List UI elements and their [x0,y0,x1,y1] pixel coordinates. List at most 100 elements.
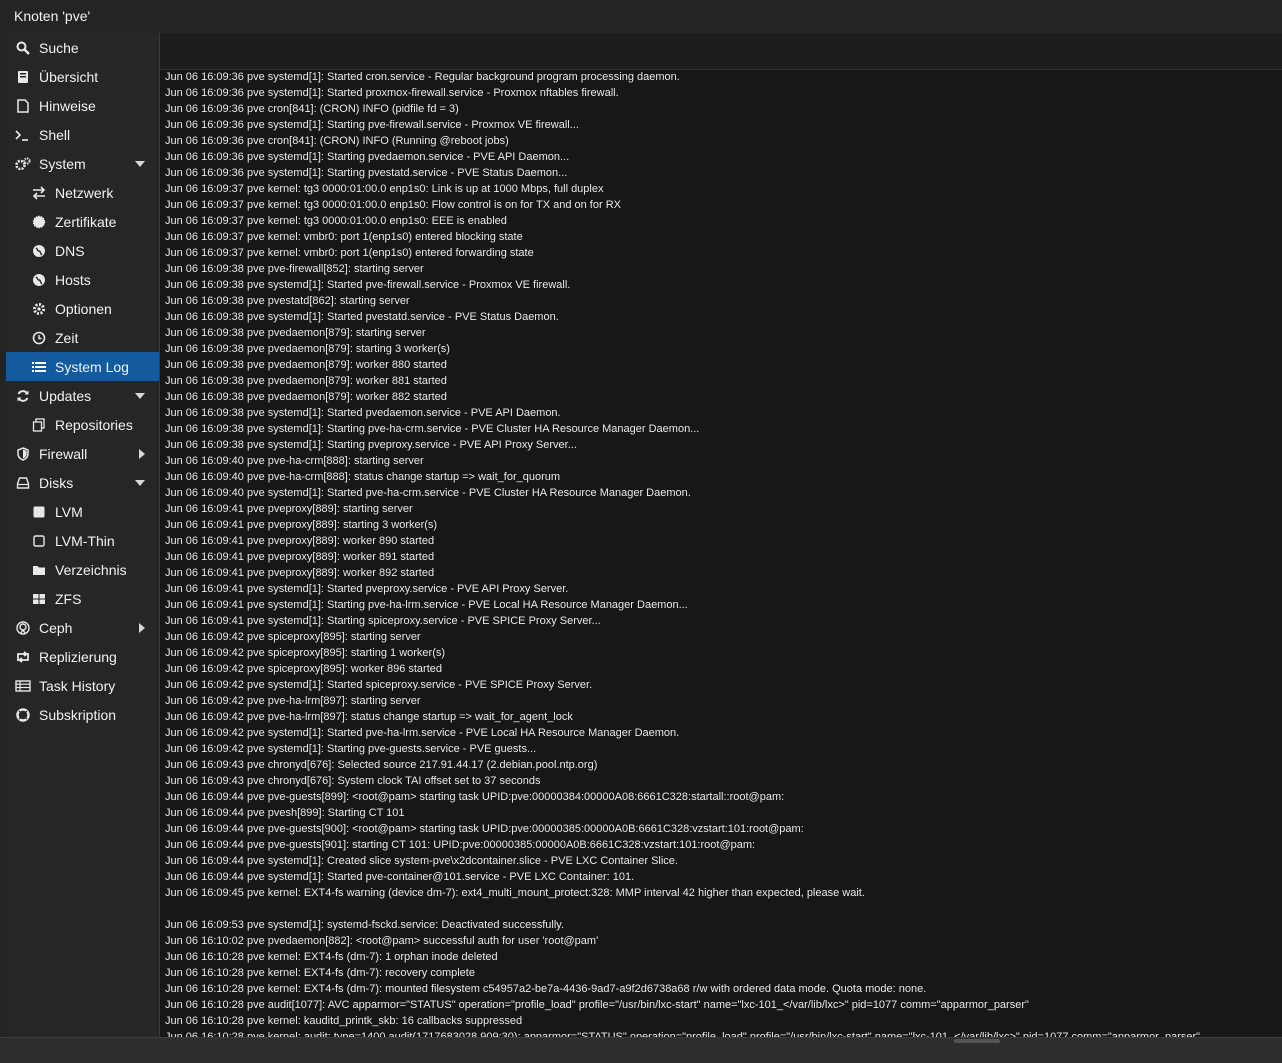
support-icon [15,707,31,723]
log-line: Jun 06 16:09:43 pve chronyd[676]: System… [165,775,541,787]
log-line: Jun 06 16:09:41 pve systemd[1]: Started … [165,583,569,595]
certificate-icon [31,214,47,230]
log-line: Jun 06 16:09:36 pve cron[841]: (CRON) IN… [165,103,459,115]
log-line: Jun 06 16:10:28 pve kernel: kauditd_prin… [165,1015,523,1027]
sidebar-item-subskription[interactable]: Subskription [6,700,159,729]
sidebar-item-label: Repositories [55,416,133,433]
sidebar-item-label: Updates [39,387,92,404]
sidebar-item-label: System [39,155,86,172]
terminal-icon [15,127,31,143]
files-icon [31,417,47,433]
clock-icon [31,330,47,346]
log-line: Jun 06 16:09:44 pve pvesh[899]: Starting… [165,807,405,819]
sidebar-item-label: Verzeichnis [55,561,127,578]
sidebar-item-lvm[interactable]: LVM [6,497,159,526]
log-line: Jun 06 16:09:36 pve systemd[1]: Starting… [165,167,568,179]
log-line: Jun 06 16:09:37 pve kernel: tg3 0000:01:… [165,199,621,211]
sidebar-item-hosts[interactable]: Hosts [6,265,159,294]
sidebar-item-optionen[interactable]: Optionen [6,294,159,323]
note-icon [15,98,31,114]
log-line: Jun 06 16:09:36 pve cron[841]: (CRON) IN… [165,135,509,147]
log-line: Jun 06 16:09:43 pve chronyd[676]: Select… [165,759,598,771]
sidebar-item-netzwerk[interactable]: Netzwerk [6,178,159,207]
list-icon [31,359,47,375]
book-icon [15,69,31,85]
sidebar-item-updates[interactable]: Updates [6,381,159,410]
log-line: Jun 06 16:09:42 pve spiceproxy[895]: sta… [165,647,446,659]
log-line: Jun 06 16:09:40 pve pve-ha-crm[888]: sta… [165,455,424,467]
sidebar-item-zertifikate[interactable]: Zertifikate [6,207,159,236]
log-line: Jun 06 16:09:42 pve pve-ha-lrm[897]: sta… [165,711,573,723]
log-line: Jun 06 16:09:41 pve pveproxy[889]: worke… [165,551,435,563]
log-line: Jun 06 16:09:44 pve systemd[1]: Started … [165,871,635,883]
square-outline-icon [31,533,47,549]
hdd-icon [15,475,31,491]
sidebar-item-label: Firewall [39,445,88,462]
sidebar-item-shell[interactable]: Shell [6,120,159,149]
log-line: Jun 06 16:10:02 pve pvedaemon[882]: <roo… [165,935,599,947]
log-line: Jun 06 16:09:44 pve systemd[1]: Created … [165,855,678,867]
sidebar-item-label: Disks [39,474,74,491]
horizontal-scrollbar-thumb[interactable] [954,1039,1000,1043]
collapse-caret-icon[interactable] [135,392,145,399]
log-line: Jun 06 16:10:28 pve kernel: EXT4-fs (dm-… [165,983,927,995]
log-line: Jun 06 16:09:38 pve pvedaemon[879]: work… [165,375,447,387]
log-line: Jun 06 16:09:40 pve pve-ha-crm[888]: sta… [165,471,561,483]
sidebar-item-system[interactable]: System [6,149,159,178]
collapse-caret-icon[interactable] [135,479,145,486]
system-log-view[interactable]: Jun 06 16:09:36 pve systemd[1]: Started … [160,69,1282,1037]
sidebar-item-hinweise[interactable]: Hinweise [6,91,159,120]
log-line: Jun 06 16:09:41 pve pveproxy[889]: start… [165,519,438,531]
log-line: Jun 06 16:10:28 pve kernel: EXT4-fs (dm-… [165,967,475,979]
window-title: Knoten 'pve' [0,0,1282,32]
log-line: Jun 06 16:10:28 pve kernel: EXT4-fs (dm-… [165,951,498,963]
sidebar-item-replizierung[interactable]: Replizierung [6,642,159,671]
sidebar-item-disks[interactable]: Disks [6,468,159,497]
log-line: Jun 06 16:09:44 pve pve-guests[901]: sta… [165,839,756,851]
log-line: Jun 06 16:09:38 pve systemd[1]: Starting… [165,423,700,435]
log-line: Jun 06 16:09:38 pve systemd[1]: Started … [165,407,561,419]
log-line: Jun 06 16:09:45 pve kernel: EXT4-fs warn… [165,887,865,899]
sidebar-item-zeit[interactable]: Zeit [6,323,159,352]
square-filled-icon [31,504,47,520]
shield-icon [15,446,31,462]
sidebar-item-firewall[interactable]: Firewall [6,439,159,468]
log-line: Jun 06 16:09:44 pve pve-guests[900]: <ro… [165,823,804,835]
log-line: Jun 06 16:09:38 pve systemd[1]: Started … [165,279,571,291]
sidebar-item-label: Ceph [39,619,73,636]
sidebar-item-label: Hosts [55,271,91,288]
sidebar-item-zfs[interactable]: ZFS [6,584,159,613]
retweet-icon [15,649,31,665]
sidebar-item-label: Hinweise [39,97,96,114]
log-line: Jun 06 16:09:42 pve systemd[1]: Started … [165,679,593,691]
log-line: Jun 06 16:10:28 pve audit[1077]: AVC app… [165,999,1029,1011]
sidebar-item-label: Optionen [55,300,112,317]
sidebar-item-label: Suche [39,39,79,56]
sidebar-item-system-log[interactable]: System Log [6,352,159,381]
log-line: Jun 06 16:09:40 pve systemd[1]: Started … [165,487,691,499]
globe-icon [31,243,47,259]
refresh-icon [15,388,31,404]
expand-caret-icon[interactable] [139,622,145,633]
sidebar-item-verzeichnis[interactable]: Verzeichnis [6,555,159,584]
sidebar-item-label: LVM [55,503,83,520]
log-line: Jun 06 16:09:42 pve spiceproxy[895]: sta… [165,631,421,643]
sidebar-item-label: Task History [39,677,116,694]
sidebar-item-dns[interactable]: DNS [6,236,159,265]
system-log-panel: Jun 06 16:09:36 pve systemd[1]: Started … [159,33,1282,1037]
log-line: Jun 06 16:09:42 pve spiceproxy[895]: wor… [165,663,443,675]
sidebar-item-label: Zeit [55,329,79,346]
sidebar-item-label: Shell [39,126,71,143]
sidebar-item-label: Replizierung [39,648,117,665]
sidebar-item-übersicht[interactable]: Übersicht [6,62,159,91]
sidebar-item-ceph[interactable]: Ceph [6,613,159,642]
sidebar-item-suche[interactable]: Suche [6,33,159,62]
sidebar-item-repositories[interactable]: Repositories [6,410,159,439]
sidebar-item-lvm-thin[interactable]: LVM-Thin [6,526,159,555]
expand-caret-icon[interactable] [139,448,145,459]
exchange-icon [31,185,47,201]
collapse-caret-icon[interactable] [135,160,145,167]
sidebar-item-label: Netzwerk [55,184,114,201]
sidebar-item-task-history[interactable]: Task History [6,671,159,700]
log-line: Jun 06 16:09:38 pve pve-firewall[852]: s… [165,263,424,275]
